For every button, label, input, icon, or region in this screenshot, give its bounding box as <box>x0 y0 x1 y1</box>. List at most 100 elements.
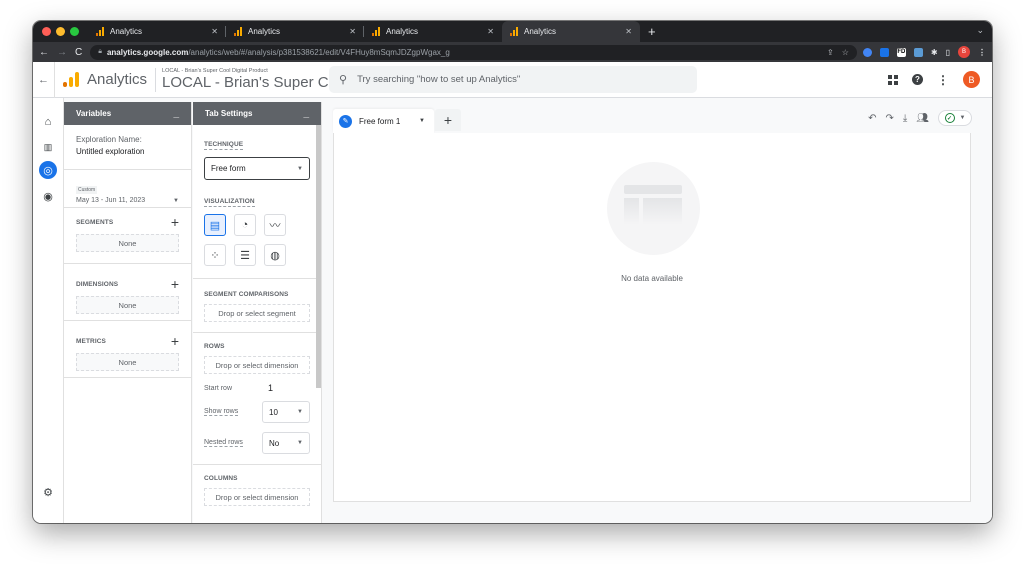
technique-select[interactable]: Free form ▼ <box>204 157 310 180</box>
advertising-icon[interactable]: ◉ <box>39 187 57 205</box>
zoom-window-button[interactable] <box>70 27 79 36</box>
settings-gear-icon[interactable]: ⚙ <box>39 483 57 501</box>
visualization-label: VISUALIZATION <box>204 198 255 207</box>
minimize-window-button[interactable] <box>56 27 65 36</box>
start-row-input[interactable]: 1 <box>262 383 310 393</box>
metrics-list[interactable]: None <box>76 353 179 371</box>
tab-settings-panel: Tab Settings _ TECHNIQUE Free form ▼ VIS… <box>193 102 322 523</box>
dimensions-list[interactable]: None <box>76 296 179 314</box>
geo-map-viz-icon[interactable]: ◍ <box>264 244 286 266</box>
close-window-button[interactable] <box>42 27 51 36</box>
address-bar[interactable]: 🔒︎ analytics.google.com /analytics/web/#… <box>90 44 857 60</box>
start-row-label: Start row <box>204 384 233 392</box>
browser-tab-active[interactable]: Analytics ✕ <box>502 21 640 42</box>
bar-chart-viz-icon[interactable]: ☰ <box>234 244 256 266</box>
analytics-logo-icon <box>372 27 380 36</box>
puzzle-extensions-icon[interactable]: ✱ <box>931 48 938 57</box>
columns-label: COLUMNS <box>204 475 238 482</box>
home-icon[interactable]: ⌂ <box>39 113 57 131</box>
browser-toolbar: ← → C 🔒︎ analytics.google.com /analytics… <box>33 42 992 62</box>
extension-fd-icon[interactable]: FD <box>896 47 906 57</box>
sheet-tab-label: Free form 1 <box>359 116 401 126</box>
technique-label: TECHNIQUE <box>204 141 244 150</box>
browser-tab[interactable]: Analytics ✕ <box>226 21 364 42</box>
tab-strip: Analytics ✕ Analytics ✕ Analytics ✕ Anal… <box>33 21 992 42</box>
status-dropdown[interactable]: ✓ ▼ <box>938 110 972 126</box>
bookmark-star-icon[interactable]: ☆ <box>842 48 849 57</box>
extension-1-icon[interactable] <box>862 47 872 57</box>
apps-grid-icon[interactable] <box>888 74 898 85</box>
minimize-panel-icon[interactable]: _ <box>173 108 179 119</box>
add-segment-icon[interactable]: + <box>171 215 179 229</box>
results-area: No data available <box>333 133 971 502</box>
add-dimension-icon[interactable]: + <box>171 277 179 291</box>
close-tab-icon[interactable]: ✕ <box>349 27 356 36</box>
help-icon[interactable]: ? <box>912 74 923 85</box>
download-icon[interactable]: ⤓ <box>903 113 907 124</box>
donut-chart-viz-icon[interactable]: ◔ <box>234 214 256 236</box>
new-tab-button[interactable]: + <box>648 21 656 42</box>
analytics-logo-icon <box>510 27 518 36</box>
rows-dropzone[interactable]: Drop or select dimension <box>204 356 310 374</box>
exploration-name-label: Exploration Name: <box>76 135 142 144</box>
tab-search-chevron-icon[interactable]: ⌄ <box>976 25 984 36</box>
variables-panel-header: Variables _ <box>64 102 191 125</box>
edit-pencil-icon: ✎ <box>339 114 352 128</box>
scatter-plot-viz-icon[interactable]: ⁘ <box>204 244 226 266</box>
browser-menu-icon[interactable]: ⋮ <box>978 48 986 57</box>
tab-title: Analytics <box>248 27 281 36</box>
add-tab-button[interactable]: + <box>435 109 461 131</box>
search-input[interactable]: ⚲ Try searching "how to set up Analytics… <box>329 66 697 93</box>
extension-2-icon[interactable] <box>879 47 889 57</box>
close-tab-icon[interactable]: ✕ <box>211 27 218 36</box>
extension-on-icon[interactable] <box>913 47 923 57</box>
search-placeholder: Try searching "how to set up Analytics" <box>357 74 521 85</box>
share-user-icon[interactable]: 👥︎ <box>916 113 929 124</box>
tab-title: Analytics <box>110 27 143 36</box>
rows-label: ROWS <box>204 343 225 350</box>
browser-tab[interactable]: Analytics ✕ <box>88 21 226 42</box>
minimize-panel-icon[interactable]: _ <box>303 108 309 119</box>
forward-icon[interactable]: → <box>57 47 67 58</box>
nested-rows-label: Nested rows <box>204 439 243 447</box>
segment-comparisons-dropzone[interactable]: Drop or select segment <box>204 304 310 322</box>
undo-icon[interactable]: ↶ <box>868 113 876 124</box>
date-range-selector[interactable]: Custom May 13 - Jun 11, 2023 ▼ <box>64 170 191 208</box>
date-preset-chip: Custom <box>76 186 98 194</box>
close-tab-icon[interactable]: ✕ <box>487 27 494 36</box>
date-range-value: May 13 - Jun 11, 2023 <box>76 197 146 204</box>
table-viz-icon[interactable]: ▤ <box>204 214 226 236</box>
redo-icon[interactable]: ↷ <box>885 113 893 124</box>
browser-profile-avatar[interactable]: B <box>958 46 970 58</box>
dimensions-section: DIMENSIONS + None <box>64 264 191 321</box>
show-rows-select[interactable]: 10 ▼ <box>262 401 310 423</box>
account-avatar[interactable]: B <box>963 71 980 88</box>
back-icon[interactable]: ← <box>39 47 49 58</box>
back-arrow-icon[interactable]: ← <box>33 61 55 98</box>
segment-comparisons-label: SEGMENT COMPARISONS <box>204 291 289 298</box>
columns-dropzone[interactable]: Drop or select dimension <box>204 488 310 506</box>
analytics-logo-icon <box>96 27 104 36</box>
close-tab-icon[interactable]: ✕ <box>625 27 632 36</box>
segments-list[interactable]: None <box>76 234 179 252</box>
exploration-name-value[interactable]: Untitled exploration <box>76 147 179 156</box>
reload-icon[interactable]: C <box>75 47 82 58</box>
check-circle-icon: ✓ <box>944 113 955 123</box>
line-chart-viz-icon[interactable]: 〰 <box>264 214 286 236</box>
exploration-name-section[interactable]: Exploration Name: Untitled exploration <box>64 125 191 170</box>
browser-tab[interactable]: Analytics ✕ <box>364 21 502 42</box>
tab-menu-caret-icon[interactable]: ▼ <box>419 118 425 124</box>
segments-label: SEGMENTS <box>76 218 114 226</box>
tab-free-form-1[interactable]: ✎ Free form 1 ▼ <box>333 109 434 133</box>
nested-rows-select[interactable]: No ▼ <box>262 432 310 454</box>
explore-icon[interactable]: ◎ <box>39 161 57 179</box>
more-options-icon[interactable]: ⋮ <box>937 73 949 87</box>
dropdown-caret-icon: ▼ <box>297 440 303 446</box>
reports-icon[interactable]: ▥ <box>39 138 57 156</box>
add-metric-icon[interactable]: + <box>171 334 179 348</box>
url-path: /analytics/web/#/analysis/p381538621/edi… <box>188 47 450 57</box>
tab-settings-scrollbar[interactable] <box>316 125 321 388</box>
side-panel-icon[interactable]: ▯ <box>946 48 950 57</box>
share-icon[interactable]: ⇪ <box>827 48 834 57</box>
empty-table-icon <box>607 162 700 255</box>
